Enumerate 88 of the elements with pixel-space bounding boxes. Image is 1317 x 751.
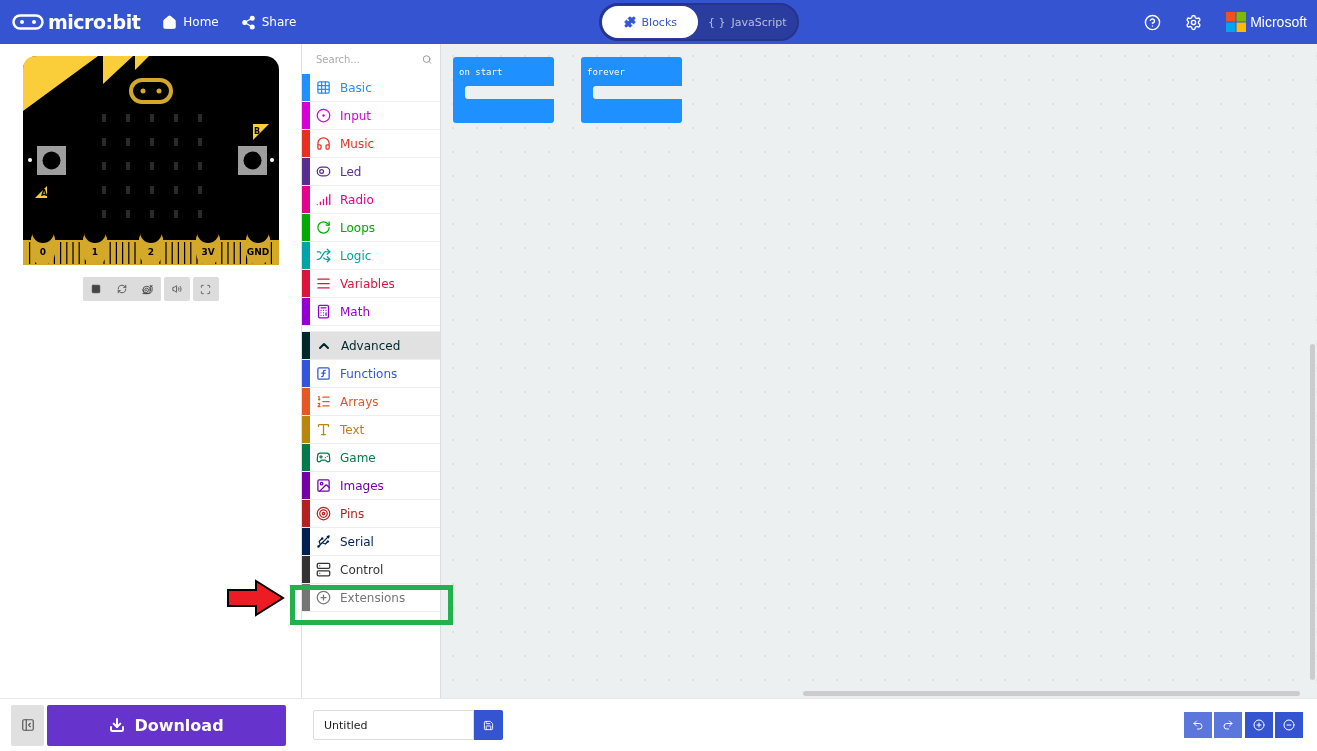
- category-item[interactable]: Text: [302, 416, 440, 444]
- collapse-icon: [20, 718, 35, 732]
- stop-icon: [90, 284, 101, 294]
- nav-link[interactable]: Home: [162, 14, 219, 30]
- toggle-icon: [316, 164, 331, 179]
- calculator-icon: [316, 304, 331, 319]
- help-button[interactable]: [1144, 13, 1162, 31]
- refresh-icon: [316, 220, 331, 235]
- lines-icon: [316, 276, 331, 291]
- category-item[interactable]: Pins: [302, 500, 440, 528]
- category-item[interactable]: Input: [302, 102, 440, 130]
- search-field[interactable]: Search...: [314, 52, 422, 66]
- function-icon: [316, 366, 331, 381]
- advanced-toggle[interactable]: Advanced: [302, 332, 440, 360]
- zoom-in-icon: [1253, 719, 1265, 731]
- fullscreen-button[interactable]: [192, 277, 219, 301]
- zoom-out-icon: [1283, 719, 1295, 731]
- pin-label: 0: [39, 247, 46, 257]
- category-item[interactable]: Radio: [302, 186, 440, 214]
- category-item[interactable]: Math: [302, 298, 440, 326]
- gamepad-icon: [316, 450, 331, 465]
- headphones-icon: [316, 136, 331, 151]
- category-item[interactable]: Music: [302, 130, 440, 158]
- windows-logo-icon: [1226, 12, 1247, 32]
- category-item[interactable]: Functions: [302, 360, 440, 388]
- event-block[interactable]: on start: [453, 57, 554, 123]
- refresh-icon: [116, 284, 127, 294]
- vertical-scrollbar[interactable]: [1310, 344, 1315, 680]
- pin-label: 3V: [200, 247, 215, 257]
- button-label: B: [253, 127, 260, 136]
- undo-icon: [1192, 719, 1204, 731]
- account-button[interactable]: Microsoft: [1226, 12, 1307, 32]
- event-block[interactable]: forever: [581, 57, 682, 123]
- signal-icon: [316, 192, 331, 207]
- share-icon: [240, 14, 256, 30]
- project-name-field[interactable]: Untitled: [313, 710, 474, 740]
- category-item[interactable]: Led: [302, 158, 440, 186]
- braces-glyph: { }: [707, 15, 726, 29]
- settings-icon: [1185, 13, 1203, 31]
- editor-tab[interactable]: Blocks: [602, 6, 699, 38]
- editor-tab[interactable]: { } JavaScript: [698, 6, 797, 38]
- redo-button[interactable]: [1214, 712, 1242, 738]
- category-item[interactable]: Control: [302, 556, 440, 584]
- settings-button[interactable]: [1185, 13, 1203, 31]
- category-item[interactable]: Game: [302, 444, 440, 472]
- shuffle-icon: [316, 248, 331, 263]
- snail-icon: [142, 283, 153, 295]
- search-icon: [421, 53, 432, 65]
- usb-icon: [316, 534, 331, 549]
- collapse-simulator-button[interactable]: [11, 704, 44, 746]
- download-icon: [109, 717, 126, 733]
- save-button[interactable]: [474, 710, 503, 740]
- mute-button[interactable]: [163, 277, 190, 301]
- logo-icon: [12, 14, 44, 30]
- puzzle-icon: [623, 16, 636, 28]
- text-icon: [316, 422, 331, 437]
- pin-label: 2: [147, 247, 154, 257]
- zoom-in-button[interactable]: [1245, 712, 1273, 738]
- horizontal-scrollbar[interactable]: [803, 691, 1300, 696]
- help-icon: [1144, 13, 1162, 31]
- redo-icon: [1222, 719, 1234, 731]
- category-item[interactable]: Basic: [302, 74, 440, 102]
- target-icon: [316, 506, 331, 521]
- image-icon: [316, 478, 331, 493]
- brand-name: micro:bit: [48, 11, 141, 33]
- zoom-out-button[interactable]: [1275, 712, 1303, 738]
- speaker-icon: [171, 284, 182, 294]
- save-icon: [483, 719, 494, 731]
- home-icon: [162, 14, 178, 30]
- fullscreen-icon: [200, 283, 211, 295]
- server-icon: [316, 562, 331, 577]
- category-item[interactable]: Arrays: [302, 388, 440, 416]
- pointer-arrow: [226, 579, 286, 617]
- target-icon: [316, 108, 331, 123]
- download-button[interactable]: Download: [47, 704, 286, 746]
- button-label: A: [40, 189, 47, 198]
- category-item[interactable]: Images: [302, 472, 440, 500]
- grid-icon: [316, 80, 331, 95]
- category-item[interactable]: Loops: [302, 214, 440, 242]
- category-item[interactable]: Variables: [302, 270, 440, 298]
- plus-circle-icon: [316, 590, 331, 605]
- category-item[interactable]: Serial: [302, 528, 440, 556]
- pin-label: GND: [246, 247, 269, 257]
- nav-link[interactable]: Share: [240, 14, 297, 30]
- pin-label: 1: [91, 247, 98, 257]
- list-icon: [316, 394, 331, 409]
- undo-button[interactable]: [1184, 712, 1212, 738]
- category-item[interactable]: Logic: [302, 242, 440, 270]
